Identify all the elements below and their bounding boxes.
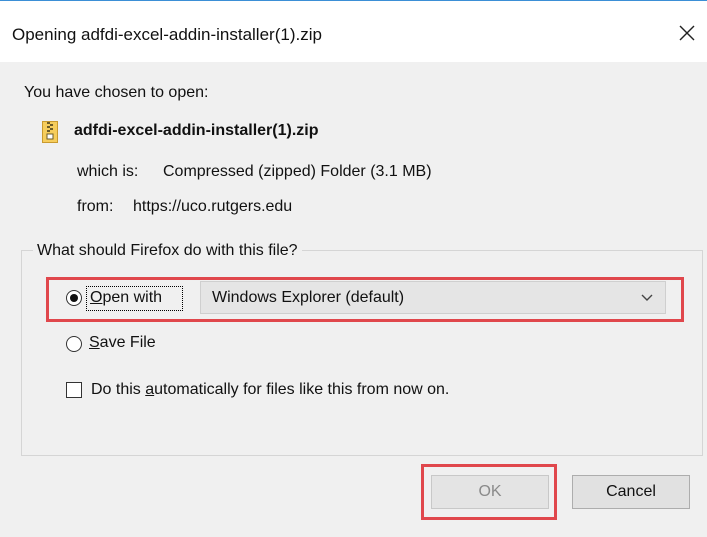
group-legend: What should Firefox do with this file? [33, 242, 302, 260]
close-icon [679, 25, 695, 41]
zip-file-icon [42, 121, 58, 143]
cancel-button[interactable]: Cancel [572, 475, 690, 509]
annotation-highlight-ok [421, 464, 557, 520]
intro-text: You have chosen to open: [24, 84, 209, 101]
file-type-value: Compressed (zipped) Folder (3.1 MB) [163, 163, 432, 180]
source-url: https://uco.rutgers.edu [133, 198, 293, 215]
dialog-body: You have chosen to open: adfdi-excel-add… [0, 62, 707, 537]
close-button[interactable] [667, 15, 707, 51]
auto-action-checkbox-box[interactable] [66, 382, 82, 398]
auto-action-label[interactable]: Do this automatically for files like thi… [91, 381, 449, 399]
title-bar: Opening adfdi-excel-addin-installer(1).z… [0, 0, 707, 62]
annotation-highlight-open-with [46, 277, 684, 322]
from-label: from: [77, 198, 114, 215]
save-file-radio-button[interactable] [66, 336, 82, 352]
file-name: adfdi-excel-addin-installer(1).zip [74, 122, 319, 139]
save-file-label[interactable]: Save File [89, 334, 156, 352]
window-title: Opening adfdi-excel-addin-installer(1).z… [12, 25, 322, 44]
which-is-label: which is: [77, 163, 139, 180]
